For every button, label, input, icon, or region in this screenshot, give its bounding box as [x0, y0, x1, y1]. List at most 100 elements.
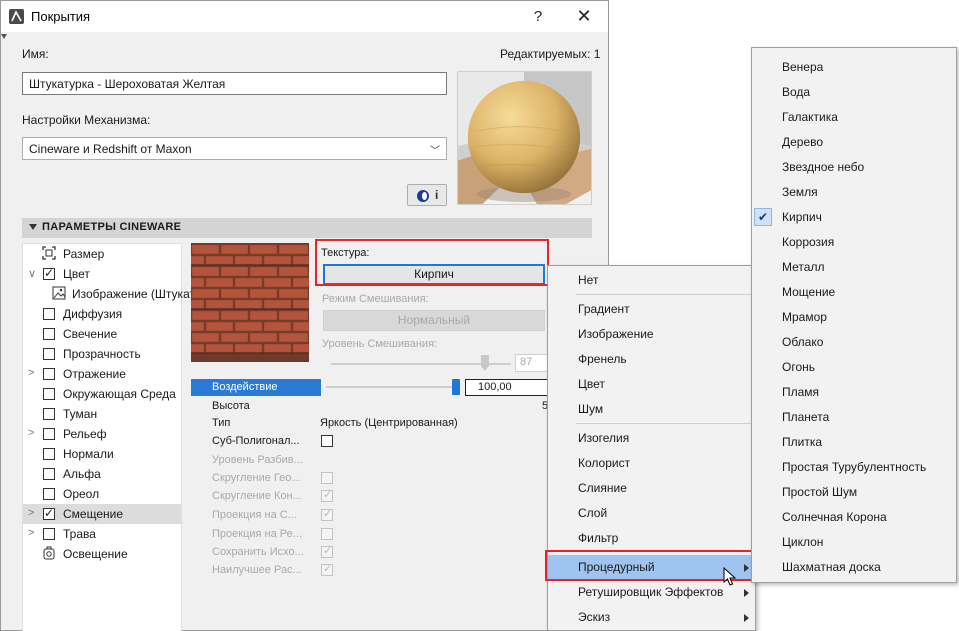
menu-item[interactable]: Коррозия: [752, 230, 956, 255]
channel-bump[interactable]: > Рельеф: [23, 424, 181, 444]
strength-field[interactable]: 100,00: [465, 379, 550, 396]
channel-color[interactable]: ∨ Цвет: [23, 264, 181, 284]
strength-thumb[interactable]: [452, 379, 460, 395]
channel-checkbox[interactable]: [43, 448, 55, 460]
channel-reflection[interactable]: > Отражение: [23, 364, 181, 384]
channel-environment[interactable]: Окружающая Среда: [23, 384, 181, 404]
channel-alpha[interactable]: Альфа: [23, 464, 181, 484]
menu-item[interactable]: Пламя: [752, 380, 956, 405]
prop-checkbox[interactable]: [321, 435, 333, 447]
prop-row-subpoly[interactable]: Суб-Полигонал...: [191, 433, 551, 450]
prop-checkbox: [321, 488, 333, 502]
channel-luminance[interactable]: Свечение: [23, 324, 181, 344]
channel-checkbox[interactable]: [43, 368, 55, 380]
name-field[interactable]: Штукатурка - Шероховатая Желтая: [22, 72, 447, 95]
menu-item[interactable]: Простой Шум: [752, 480, 956, 505]
channel-size[interactable]: Размер: [23, 244, 181, 264]
menu-item[interactable]: Колорист: [548, 451, 755, 476]
channel-fog[interactable]: Туман: [23, 404, 181, 424]
menu-item[interactable]: Мрамор: [752, 305, 956, 330]
menu-item[interactable]: Вода: [752, 80, 956, 105]
strength-slider[interactable]: [326, 386, 456, 388]
channel-transparency[interactable]: Прозрачность: [23, 344, 181, 364]
menu-item[interactable]: Дерево: [752, 130, 956, 155]
prop-row-height[interactable]: Высота 5: [191, 398, 551, 415]
channel-checkbox[interactable]: [43, 348, 55, 360]
menu-item[interactable]: Шахматная доска: [752, 555, 956, 580]
blend-level-thumb[interactable]: [481, 355, 489, 371]
prop-name: Тип: [212, 417, 231, 429]
menu-item[interactable]: Нет: [548, 268, 755, 293]
prop-row-type[interactable]: Тип Яркость (Центрированная): [191, 415, 551, 432]
menu-item[interactable]: Огонь: [752, 355, 956, 380]
cineware-info-button[interactable]: i: [407, 184, 447, 206]
app-icon: [9, 9, 24, 24]
menu-item[interactable]: Фильтр: [548, 526, 755, 551]
mouse-cursor-icon: [723, 567, 737, 586]
menu-item[interactable]: Галактика: [752, 105, 956, 130]
menu-item[interactable]: Звездное небо: [752, 155, 956, 180]
light-icon: [43, 546, 55, 560]
engine-select[interactable]: Cineware и Redshift от Maxon ﹀: [22, 137, 447, 160]
expand-icon[interactable]: >: [28, 507, 34, 519]
menu-item[interactable]: Облако: [752, 330, 956, 355]
channel-label: Ореол: [63, 487, 100, 501]
collapse-marker-icon: [1, 34, 7, 39]
menu-item[interactable]: Планета: [752, 405, 956, 430]
channel-grass[interactable]: > Трава: [23, 524, 181, 544]
channel-checkbox[interactable]: [43, 388, 55, 400]
channel-checkbox[interactable]: [43, 428, 55, 440]
close-button[interactable]: ✕: [564, 1, 604, 32]
menu-item[interactable]: Мощение: [752, 280, 956, 305]
channel-checkbox[interactable]: [43, 308, 55, 320]
prop-name: Суб-Полигонал...: [212, 435, 300, 447]
prop-row-keep-original: Сохранить Исхо...: [191, 544, 551, 561]
menu-item[interactable]: Изогелия: [548, 426, 755, 451]
prop-checkbox: [321, 544, 333, 558]
channel-checkbox[interactable]: [43, 328, 55, 340]
menu-item-checked[interactable]: ✔ Кирпич: [752, 205, 956, 230]
expand-icon[interactable]: >: [28, 367, 34, 379]
channel-checkbox[interactable]: [43, 528, 55, 540]
expand-icon[interactable]: >: [28, 527, 34, 539]
channel-diffusion[interactable]: Диффузия: [23, 304, 181, 324]
menu-item[interactable]: Изображение: [548, 322, 755, 347]
menu-item[interactable]: Венера: [752, 55, 956, 80]
channel-image[interactable]: Изображение (Штукатурка): [23, 284, 224, 304]
channel-checkbox[interactable]: [43, 506, 55, 520]
menu-item[interactable]: Градиент: [548, 297, 755, 322]
menu-item[interactable]: Цвет: [548, 372, 755, 397]
menu-item[interactable]: Слой: [548, 501, 755, 526]
channel-checkbox[interactable]: [43, 488, 55, 500]
blend-level-field[interactable]: 87: [515, 354, 549, 372]
channel-checkbox[interactable]: [43, 468, 55, 480]
channel-displacement[interactable]: > Смещение: [23, 504, 181, 524]
channel-checkbox[interactable]: [43, 266, 55, 280]
channel-glow[interactable]: Ореол: [23, 484, 181, 504]
channel-checkbox[interactable]: [43, 408, 55, 420]
menu-item[interactable]: Плитка: [752, 430, 956, 455]
expand-icon[interactable]: ∨: [28, 267, 36, 280]
channel-tree: Размер ∨ Цвет Изображение (Штукатурка) Д…: [22, 243, 224, 631]
menu-item[interactable]: Френель: [548, 347, 755, 372]
cineware-section-header[interactable]: ПАРАМЕТРЫ CINEWARE: [22, 218, 592, 238]
channel-illumination[interactable]: Освещение: [23, 544, 181, 564]
size-icon: [42, 246, 56, 260]
menu-item[interactable]: Эскиз: [548, 605, 755, 630]
blend-mode-button[interactable]: Нормальный: [323, 310, 545, 331]
channel-normal[interactable]: Нормали: [23, 444, 181, 464]
prop-row-subdiv-level: Уровень Разбив...: [191, 452, 551, 469]
texture-callout: [315, 239, 549, 286]
menu-item[interactable]: Слияние: [548, 476, 755, 501]
expand-icon[interactable]: >: [28, 427, 34, 439]
menu-item[interactable]: Шум: [548, 397, 755, 422]
menu-item[interactable]: Земля: [752, 180, 956, 205]
menu-item[interactable]: Простая Турубулентность: [752, 455, 956, 480]
help-button[interactable]: ?: [518, 1, 558, 32]
menu-item[interactable]: Солнечная Корона: [752, 505, 956, 530]
menu-item[interactable]: Циклон: [752, 530, 956, 555]
channel-label: Прозрачность: [63, 347, 141, 361]
engine-label: Настройки Механизма:: [22, 113, 151, 127]
prop-row-strength[interactable]: Воздействие: [191, 379, 321, 396]
menu-item[interactable]: Металл: [752, 255, 956, 280]
